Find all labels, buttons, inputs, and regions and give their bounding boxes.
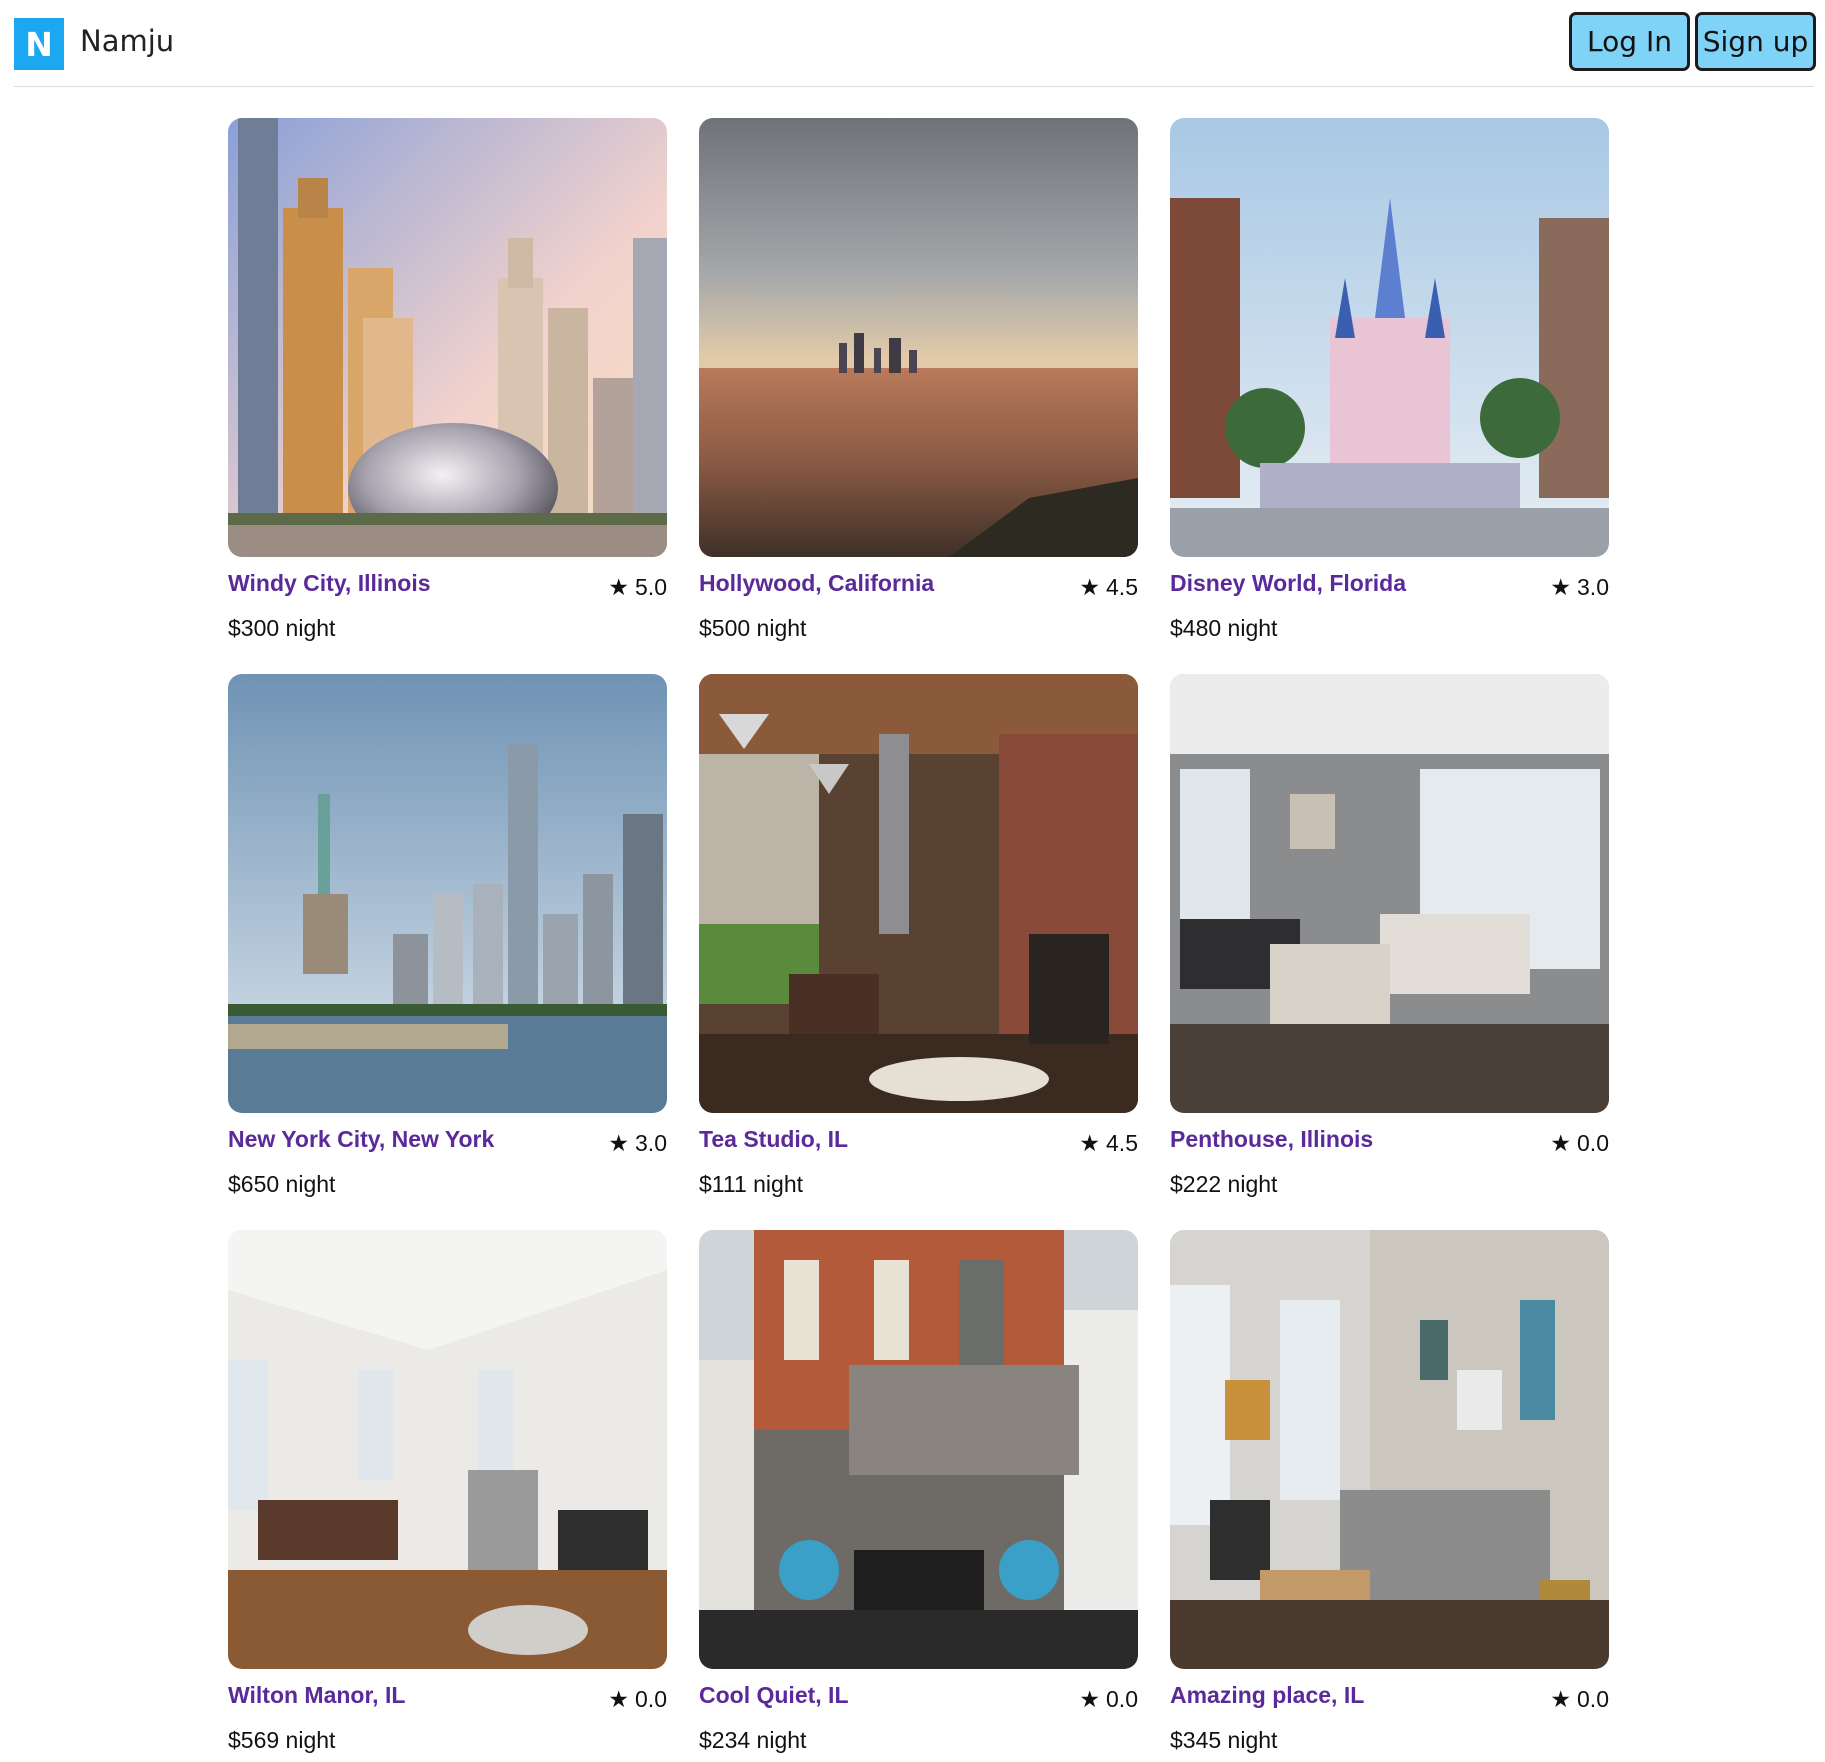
signup-button[interactable]: Sign up: [1695, 12, 1816, 71]
listing-card[interactable]: Cool Quiet, IL ★ 0.0 $234 night: [699, 1230, 1138, 1754]
star-icon: ★: [1079, 1686, 1101, 1712]
listing-title[interactable]: Windy City, Illinois: [228, 570, 431, 597]
star-icon: ★: [608, 1130, 630, 1156]
listing-rating: ★ 0.0: [1550, 1130, 1609, 1157]
star-icon: ★: [1079, 574, 1101, 600]
rating-value: 0.0: [1106, 1686, 1138, 1712]
listing-photo[interactable]: [1170, 674, 1609, 1113]
listing-price: $222 night: [1170, 1171, 1278, 1197]
listing-card[interactable]: Tea Studio, IL ★ 4.5 $111 night: [699, 674, 1138, 1198]
listing-rating: ★ 4.5: [1079, 574, 1138, 601]
listing-rating: ★ 4.5: [1079, 1130, 1138, 1157]
rating-value: 4.5: [1106, 574, 1138, 600]
rating-value: 3.0: [1577, 574, 1609, 600]
star-icon: ★: [1550, 1686, 1572, 1712]
top-navbar: N Namju Log In Sign up: [14, 0, 1816, 87]
listing-card[interactable]: Wilton Manor, IL ★ 0.0 $569 night: [228, 1230, 667, 1754]
listing-card[interactable]: New York City, New York ★ 3.0 $650 night: [228, 674, 667, 1198]
listing-price: $500 night: [699, 615, 807, 641]
listing-price: $300 night: [228, 615, 336, 641]
listing-price: $650 night: [228, 1171, 336, 1197]
listing-photo[interactable]: [699, 674, 1138, 1113]
listing-title[interactable]: Disney World, Florida: [1170, 570, 1406, 597]
listing-rating: ★ 3.0: [608, 1130, 667, 1157]
listing-title[interactable]: Tea Studio, IL: [699, 1126, 848, 1153]
rating-value: 0.0: [1577, 1686, 1609, 1712]
listing-photo[interactable]: [228, 118, 667, 557]
listing-price: $111 night: [699, 1171, 804, 1197]
listing-rating: ★ 0.0: [608, 1686, 667, 1713]
listing-card[interactable]: Penthouse, Illinois ★ 0.0 $222 night: [1170, 674, 1609, 1198]
listing-price: $345 night: [1170, 1727, 1278, 1753]
listing-title[interactable]: Cool Quiet, IL: [699, 1682, 849, 1709]
listing-price: $480 night: [1170, 615, 1278, 641]
listing-title[interactable]: Hollywood, California: [699, 570, 934, 597]
listing-rating: ★ 0.0: [1550, 1686, 1609, 1713]
listing-photo[interactable]: [228, 1230, 667, 1669]
rating-value: 0.0: [1577, 1130, 1609, 1156]
listing-card[interactable]: Disney World, Florida ★ 3.0 $480 night: [1170, 118, 1609, 642]
star-icon: ★: [1550, 1130, 1572, 1156]
listing-card[interactable]: Windy City, Illinois ★ 5.0 $300 night: [228, 118, 667, 642]
listing-photo[interactable]: [1170, 118, 1609, 557]
listing-rating: ★ 5.0: [608, 574, 667, 601]
brand-name[interactable]: Namju: [80, 24, 174, 58]
listing-title[interactable]: Amazing place, IL: [1170, 1682, 1364, 1709]
rating-value: 0.0: [635, 1686, 667, 1712]
rating-value: 3.0: [635, 1130, 667, 1156]
rating-value: 4.5: [1106, 1130, 1138, 1156]
listing-price: $569 night: [228, 1727, 336, 1753]
star-icon: ★: [608, 1686, 630, 1712]
listings-grid: Windy City, Illinois ★ 5.0 $300 night Hol: [228, 118, 1609, 1754]
listing-title[interactable]: Penthouse, Illinois: [1170, 1126, 1373, 1153]
star-icon: ★: [608, 574, 630, 600]
star-icon: ★: [1079, 1130, 1101, 1156]
listing-price: $234 night: [699, 1727, 807, 1753]
listing-title[interactable]: Wilton Manor, IL: [228, 1682, 405, 1709]
listing-card[interactable]: Hollywood, California ★ 4.5 $500 night: [699, 118, 1138, 642]
logo-icon[interactable]: N: [14, 18, 64, 70]
login-button[interactable]: Log In: [1569, 12, 1690, 71]
star-icon: ★: [1550, 574, 1572, 600]
listing-rating: ★ 0.0: [1079, 1686, 1138, 1713]
listing-rating: ★ 3.0: [1550, 574, 1609, 601]
rating-value: 5.0: [635, 574, 667, 600]
listing-title[interactable]: New York City, New York: [228, 1126, 494, 1153]
listing-photo[interactable]: [1170, 1230, 1609, 1669]
listing-photo[interactable]: [699, 118, 1138, 557]
listing-photo[interactable]: [228, 674, 667, 1113]
listing-photo[interactable]: [699, 1230, 1138, 1669]
listing-card[interactable]: Amazing place, IL ★ 0.0 $345 night: [1170, 1230, 1609, 1754]
